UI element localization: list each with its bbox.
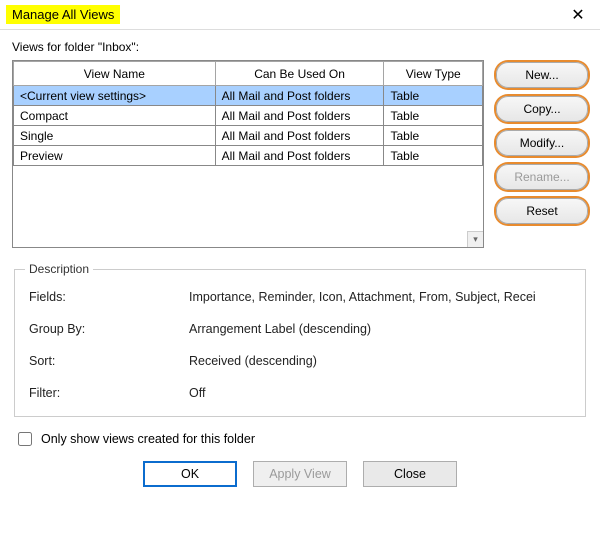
modify-button[interactable]: Modify... <box>496 130 588 156</box>
table-cell: All Mail and Post folders <box>215 106 384 126</box>
reset-button[interactable]: Reset <box>496 198 588 224</box>
table-cell: Table <box>384 106 483 126</box>
close-dialog-button[interactable]: Close <box>363 461 457 487</box>
description-group: Description Fields: Importance, Reminder… <box>14 262 586 417</box>
filter-value: Off <box>189 386 575 400</box>
only-show-row[interactable]: Only show views created for this folder <box>14 429 588 449</box>
table-row[interactable]: <Current view settings>All Mail and Post… <box>14 86 483 106</box>
table-row[interactable]: CompactAll Mail and Post foldersTable <box>14 106 483 126</box>
filter-label: Filter: <box>29 386 189 400</box>
table-cell: Single <box>14 126 216 146</box>
fields-value: Importance, Reminder, Icon, Attachment, … <box>189 290 575 304</box>
groupby-label: Group By: <box>29 322 189 336</box>
new-button[interactable]: New... <box>496 62 588 88</box>
apply-button: Apply View <box>253 461 347 487</box>
sort-value: Received (descending) <box>189 354 575 368</box>
only-show-label: Only show views created for this folder <box>41 432 255 446</box>
column-header-used-on[interactable]: Can Be Used On <box>215 62 384 86</box>
title-bar: Manage All Views ✕ <box>0 0 600 30</box>
close-button[interactable]: ✕ <box>556 0 600 29</box>
column-header-type[interactable]: View Type <box>384 62 483 86</box>
column-header-name[interactable]: View Name <box>14 62 216 86</box>
table-cell: Preview <box>14 146 216 166</box>
table-cell: Table <box>384 126 483 146</box>
table-cell: All Mail and Post folders <box>215 126 384 146</box>
table-row[interactable]: PreviewAll Mail and Post foldersTable <box>14 146 483 166</box>
scroll-down-icon[interactable]: ▾ <box>467 231 483 247</box>
table-cell: Compact <box>14 106 216 126</box>
table-cell: Table <box>384 146 483 166</box>
fields-label: Fields: <box>29 290 189 304</box>
close-icon: ✕ <box>571 5 584 25</box>
views-table[interactable]: View Name Can Be Used On View Type <Curr… <box>12 60 484 248</box>
folder-label: Views for folder "Inbox": <box>12 40 588 54</box>
rename-button: Rename... <box>496 164 588 190</box>
groupby-value: Arrangement Label (descending) <box>189 322 575 336</box>
ok-button[interactable]: OK <box>143 461 237 487</box>
window-title: Manage All Views <box>6 5 120 24</box>
copy-button[interactable]: Copy... <box>496 96 588 122</box>
table-cell: <Current view settings> <box>14 86 216 106</box>
sort-label: Sort: <box>29 354 189 368</box>
table-cell: All Mail and Post folders <box>215 146 384 166</box>
table-cell: Table <box>384 86 483 106</box>
table-row[interactable]: SingleAll Mail and Post foldersTable <box>14 126 483 146</box>
only-show-checkbox[interactable] <box>18 432 32 446</box>
table-cell: All Mail and Post folders <box>215 86 384 106</box>
description-legend: Description <box>25 262 93 276</box>
